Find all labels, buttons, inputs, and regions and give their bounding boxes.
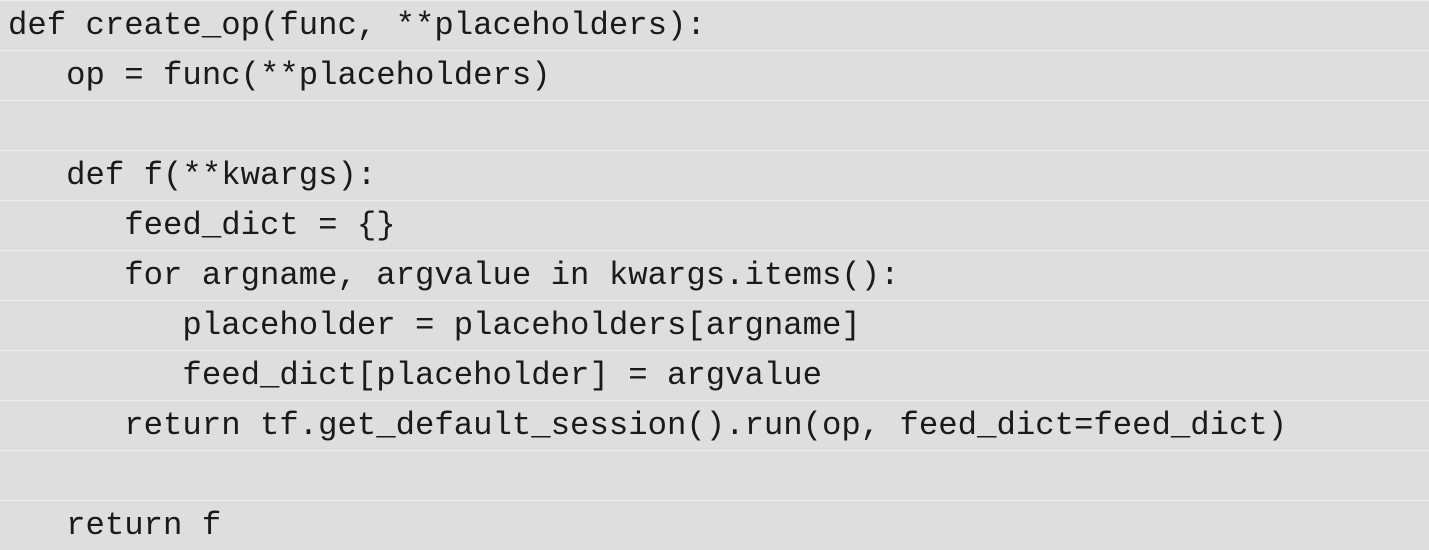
- code-line: feed_dict = {}: [0, 200, 1429, 250]
- code-line: def f(**kwargs):: [0, 150, 1429, 200]
- code-line: [0, 450, 1429, 500]
- code-line: def create_op(func, **placeholders):: [0, 0, 1429, 50]
- code-line: [0, 100, 1429, 150]
- code-line: return tf.get_default_session().run(op, …: [0, 400, 1429, 450]
- code-line: return f: [0, 500, 1429, 550]
- code-block: def create_op(func, **placeholders): op …: [0, 0, 1429, 550]
- code-line: placeholder = placeholders[argname]: [0, 300, 1429, 350]
- code-line: feed_dict[placeholder] = argvalue: [0, 350, 1429, 400]
- code-line: op = func(**placeholders): [0, 50, 1429, 100]
- code-line: for argname, argvalue in kwargs.items():: [0, 250, 1429, 300]
